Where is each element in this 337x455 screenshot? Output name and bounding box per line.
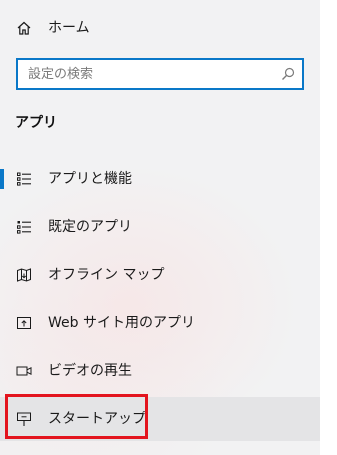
- nav-item-label: 既定のアプリ: [48, 219, 132, 235]
- section-title: アプリ: [15, 115, 57, 131]
- nav-item-label: スタートアップ: [48, 411, 146, 427]
- nav-item-apps-for-websites[interactable]: Web サイト用のアプリ: [0, 301, 320, 345]
- search-icon[interactable]: [280, 66, 296, 82]
- nav-item-video-playback[interactable]: ビデオの再生: [0, 349, 320, 393]
- apps-features-icon: [14, 169, 34, 189]
- video-playback-icon: [14, 361, 34, 381]
- nav-item-offline-maps[interactable]: オフライン マップ: [0, 253, 320, 297]
- home-label: ホーム: [48, 20, 90, 36]
- nav-item-label: Web サイト用のアプリ: [48, 315, 195, 331]
- nav-item-startup[interactable]: スタートアップ: [0, 397, 320, 441]
- home-icon: [14, 18, 34, 38]
- default-apps-icon: [14, 217, 34, 237]
- content-area-edge: [320, 0, 337, 455]
- settings-search-box[interactable]: [16, 58, 304, 90]
- apps-for-websites-icon: [14, 313, 34, 333]
- nav-item-label: アプリと機能: [48, 171, 132, 187]
- search-input[interactable]: [18, 60, 278, 88]
- home-link[interactable]: ホーム: [0, 6, 320, 50]
- settings-navigation-pane: ホーム アプリ アプリと機能: [0, 0, 320, 455]
- offline-maps-icon: [14, 265, 34, 285]
- nav-item-label: ビデオの再生: [48, 363, 132, 379]
- nav-item-default-apps[interactable]: 既定のアプリ: [0, 205, 320, 249]
- startup-icon: [14, 409, 34, 429]
- nav-item-label: オフライン マップ: [48, 267, 165, 283]
- nav-item-apps-and-features[interactable]: アプリと機能: [0, 157, 320, 201]
